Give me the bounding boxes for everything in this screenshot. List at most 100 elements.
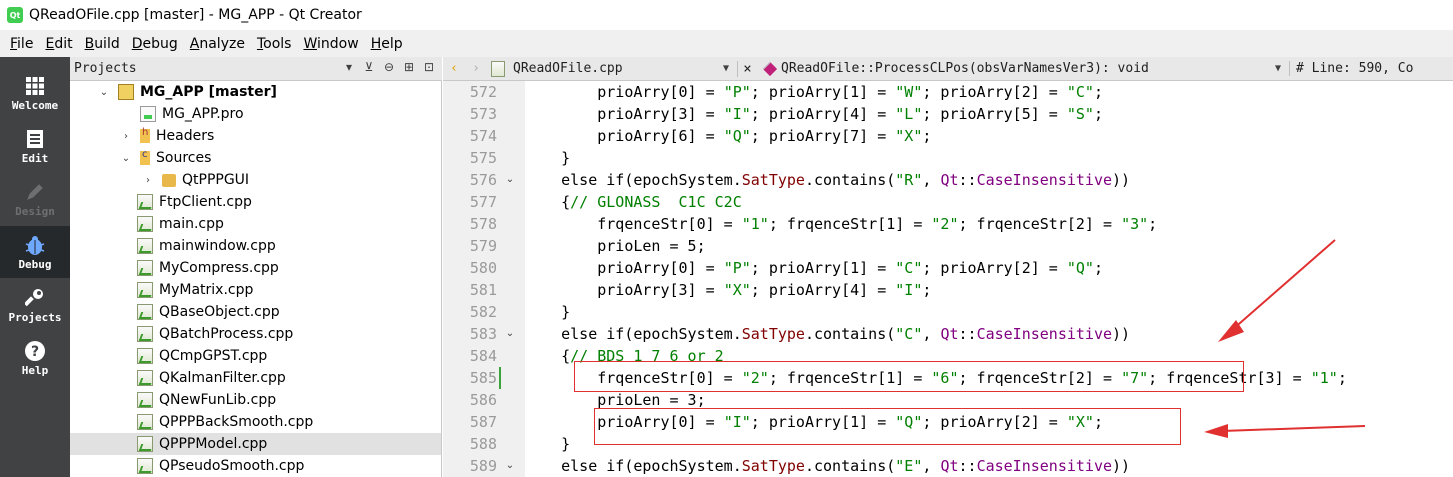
mode-label: Edit	[21, 151, 49, 165]
cpp-file-icon	[137, 348, 153, 364]
pencil-icon	[24, 181, 46, 203]
cpp-file-icon	[137, 392, 153, 408]
line-number: 573	[469, 105, 497, 123]
tree-item[interactable]: MyCompress.cpp	[70, 257, 441, 279]
tree-item[interactable]: mainwindow.cpp	[70, 235, 441, 257]
cpp-file-icon	[137, 436, 153, 452]
mode-edit[interactable]: Edit	[0, 120, 70, 172]
function-symbol-icon	[762, 61, 778, 76]
tree-item[interactable]: ⌄ Sources	[70, 147, 441, 169]
chevron-down-icon[interactable]: ▼	[1275, 63, 1289, 74]
tree-item[interactable]: ⌄ MG_APP [master]	[70, 81, 441, 103]
menu-edit[interactable]: Edit	[39, 36, 78, 52]
menu-analyze[interactable]: Analyze	[184, 36, 251, 52]
tree-item[interactable]: › Headers	[70, 125, 441, 147]
tree-item[interactable]: QNewFunLib.cpp	[70, 389, 441, 411]
tree-item[interactable]: QPPPModel.cpp	[70, 433, 441, 455]
mode-label: Debug	[18, 257, 52, 271]
line-number: 572	[469, 83, 497, 101]
code-line[interactable]: prioLen = 5;	[525, 235, 705, 257]
tree-item[interactable]: QPPPBackSmooth.cpp	[70, 411, 441, 433]
tree-item[interactable]: main.cpp	[70, 213, 441, 235]
mode-help[interactable]: ? Help	[0, 332, 70, 384]
tree-item[interactable]: QKalmanFilter.cpp	[70, 367, 441, 389]
fold-chevron-icon[interactable]: ⌄	[503, 323, 517, 345]
menu-tools[interactable]: Tools	[251, 36, 298, 52]
code-line[interactable]: prioArry[6] = "Q"; prioArry[7] = "X";	[525, 125, 931, 147]
tree-item-label: MyMatrix.cpp	[159, 282, 254, 298]
code-line[interactable]: prioArry[3] = "X"; prioArry[4] = "I";	[525, 279, 931, 301]
tree-item-label: QKalmanFilter.cpp	[159, 370, 286, 386]
code-line[interactable]: prioArry[0] = "P"; prioArry[1] = "C"; pr…	[525, 257, 1103, 279]
tree-item-label: QNewFunLib.cpp	[159, 392, 277, 408]
back-arrow-icon[interactable]: ‹	[443, 61, 465, 76]
tree-item-label: FtpClient.cpp	[159, 194, 252, 210]
close-document-icon[interactable]: ×	[737, 60, 757, 77]
forward-arrow-icon[interactable]: ›	[465, 61, 487, 76]
tree-item[interactable]: QBatchProcess.cpp	[70, 323, 441, 345]
chevron-down-icon[interactable]: ⌄	[98, 87, 110, 98]
menu-file[interactable]: File	[4, 36, 39, 52]
menu-debug[interactable]: Debug	[126, 36, 184, 52]
code-line[interactable]: {// GLONASS C1C C2C	[525, 191, 742, 213]
svg-text:?: ?	[31, 344, 39, 360]
line-number: 582	[469, 303, 497, 321]
line-number: 583	[469, 325, 497, 343]
tree-item-label: QBatchProcess.cpp	[159, 326, 294, 342]
menu-help[interactable]: Help	[365, 36, 409, 52]
cursor-position[interactable]: # Line: 590, Co	[1289, 61, 1413, 76]
src-file-icon	[140, 149, 150, 165]
cpp-file-icon	[137, 458, 153, 474]
link-icon[interactable]: ⊖	[382, 60, 396, 74]
projects-toolbar: ▾ ⊻ ⊖ ⊞ ⊡	[342, 60, 436, 74]
fold-chevron-icon[interactable]: ⌄	[503, 455, 517, 477]
code-line[interactable]: prioArry[0] = "P"; prioArry[1] = "W"; pr…	[525, 81, 1103, 103]
code-line[interactable]: else if(epochSystem.SatType.contains("C"…	[525, 323, 1130, 345]
tree-item[interactable]: QBaseObject.cpp	[70, 301, 441, 323]
line-number: 587	[469, 413, 497, 431]
close-panel-icon[interactable]: ⊡	[422, 60, 436, 74]
code-line[interactable]: }	[525, 433, 570, 455]
line-number: 585	[469, 369, 497, 387]
tree-item-label: MG_APP.pro	[162, 106, 244, 122]
chevron-right-icon[interactable]: ›	[120, 131, 132, 142]
mode-debug[interactable]: Debug	[0, 226, 70, 278]
tree-item-label: MyCompress.cpp	[159, 260, 279, 276]
mode-selector: Welcome Edit Design Debug Projects? Help	[0, 57, 70, 477]
open-document-selector[interactable]: QReadOFile.cpp	[513, 61, 723, 76]
code-line[interactable]: else if(epochSystem.SatType.contains("E"…	[525, 455, 1130, 477]
code-line[interactable]: prioArry[3] = "I"; prioArry[4] = "L"; pr…	[525, 103, 1103, 125]
line-number: 578	[469, 215, 497, 233]
code-line[interactable]: }	[525, 301, 570, 323]
split-icon[interactable]: ⊞	[402, 60, 416, 74]
tree-item[interactable]: FtpClient.cpp	[70, 191, 441, 213]
code-line[interactable]: }	[525, 147, 570, 169]
chevron-right-icon[interactable]: ›	[142, 175, 154, 186]
menu-build[interactable]: Build	[79, 36, 126, 52]
filter-icon[interactable]: ⊻	[362, 60, 376, 74]
qt-creator-icon: Qt	[7, 7, 23, 23]
code-line[interactable]: frqenceStr[0] = "1"; frqenceStr[1] = "2"…	[525, 213, 1157, 235]
projects-title: Projects	[74, 61, 137, 76]
code-line[interactable]: else if(epochSystem.SatType.contains("R"…	[525, 169, 1130, 191]
line-number: 579	[469, 237, 497, 255]
cpp-file-icon	[137, 238, 153, 254]
tree-item[interactable]: MyMatrix.cpp	[70, 279, 441, 301]
symbol-selector[interactable]: QReadOFile::ProcessCLPos(obsVarNamesVer3…	[781, 61, 1275, 76]
tree-item[interactable]: QPseudoSmooth.cpp	[70, 455, 441, 477]
chevron-down-icon[interactable]: ⌄	[120, 153, 132, 164]
chevron-down-icon[interactable]: ▼	[723, 63, 737, 74]
mode-projects[interactable]: Projects	[0, 279, 70, 331]
menu-window[interactable]: Window	[297, 36, 364, 52]
line-number: 581	[469, 281, 497, 299]
mode-welcome[interactable]: Welcome	[0, 67, 70, 119]
line-number: 574	[469, 127, 497, 145]
modified-line-marker	[499, 367, 501, 389]
tree-item[interactable]: › QtPPPGUI	[70, 169, 441, 191]
chevron-down-icon[interactable]: ▾	[342, 60, 356, 74]
folder-file-icon	[162, 173, 176, 187]
line-number: 584	[469, 347, 497, 365]
tree-item[interactable]: MG_APP.pro	[70, 103, 441, 125]
fold-chevron-icon[interactable]: ⌄	[503, 169, 517, 191]
tree-item[interactable]: QCmpGPST.cpp	[70, 345, 441, 367]
